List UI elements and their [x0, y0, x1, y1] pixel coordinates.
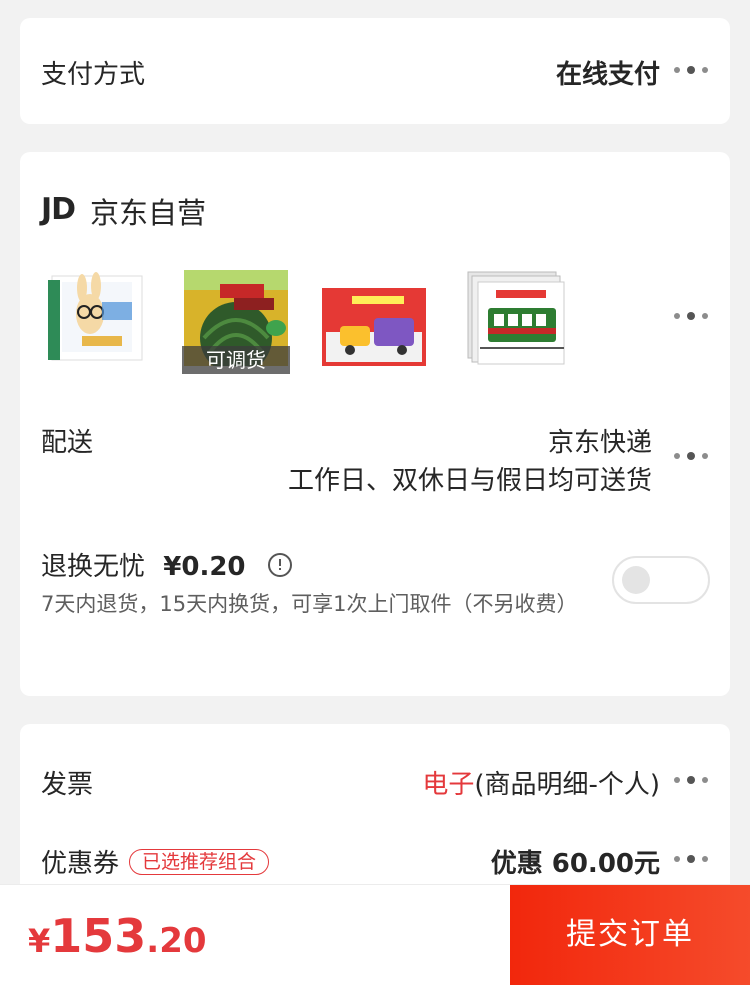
- product-thumbnail-4[interactable]: [464, 262, 568, 366]
- more-icon[interactable]: [674, 855, 708, 864]
- coupon-label-wrap: 优惠券 已选推荐组合: [41, 843, 270, 880]
- currency-symbol: ¥: [28, 922, 51, 960]
- coupon-badge: 已选推荐组合: [129, 848, 270, 875]
- total-price: ¥153.20: [28, 909, 207, 963]
- product-thumbnail-3[interactable]: [322, 262, 426, 366]
- product-thumbnail-2[interactable]: 可调货: [182, 262, 290, 374]
- book-cover-image: [467, 271, 565, 365]
- invoice-label: 发票: [41, 770, 94, 800]
- book-cover-image: [48, 272, 143, 361]
- payment-label: 支付方式: [41, 60, 146, 90]
- invoice-card: 发票 电子(商品明细-个人) 优惠券 已选推荐组合 优惠 60.00元: [20, 724, 730, 904]
- invoice-type: 电子: [422, 770, 475, 800]
- price-decimal: .20: [146, 921, 207, 961]
- product-tag: 可调货: [182, 346, 290, 374]
- toggle-knob: [622, 566, 650, 594]
- jd-logo: JD: [41, 192, 76, 227]
- submit-order-button[interactable]: 提交订单: [510, 885, 750, 985]
- return-service-label: 退换无忧: [41, 552, 146, 582]
- invoice-value[interactable]: 电子(商品明细-个人): [422, 764, 660, 801]
- price-integer: 153: [50, 909, 147, 963]
- more-icon[interactable]: [674, 312, 708, 321]
- more-icon[interactable]: [674, 776, 708, 785]
- invoice-detail: (商品明细-个人): [474, 770, 660, 800]
- return-service-description: 7天内退货，15天内换货，可享1次上门取件（不另收费）: [41, 592, 578, 616]
- coupon-label: 优惠券: [41, 849, 120, 879]
- shop-name: 京东自营: [90, 196, 207, 230]
- delivery-carrier: 京东快递: [547, 428, 652, 458]
- more-icon[interactable]: [674, 452, 708, 461]
- payment-value: 在线支付: [555, 60, 660, 90]
- coupon-value[interactable]: 优惠 60.00元: [491, 843, 660, 880]
- order-card: JD 京东自营 可调货 配送 京东快递 工作日、双休日与假日均可送货 退换无忧 …: [20, 152, 730, 696]
- more-icon[interactable]: [674, 66, 708, 75]
- payment-card[interactable]: 支付方式 在线支付: [20, 18, 730, 124]
- return-service-toggle[interactable]: [612, 556, 710, 604]
- book-cover-image: [322, 288, 426, 366]
- delivery-label: 配送: [41, 428, 94, 458]
- product-thumbnail-1[interactable]: [42, 262, 146, 366]
- return-service-price: ¥0.20: [163, 552, 246, 582]
- checkout-bar: ¥153.20 提交订单: [0, 884, 750, 985]
- info-icon[interactable]: [267, 552, 292, 577]
- delivery-schedule: 工作日、双休日与假日均可送货: [287, 466, 652, 496]
